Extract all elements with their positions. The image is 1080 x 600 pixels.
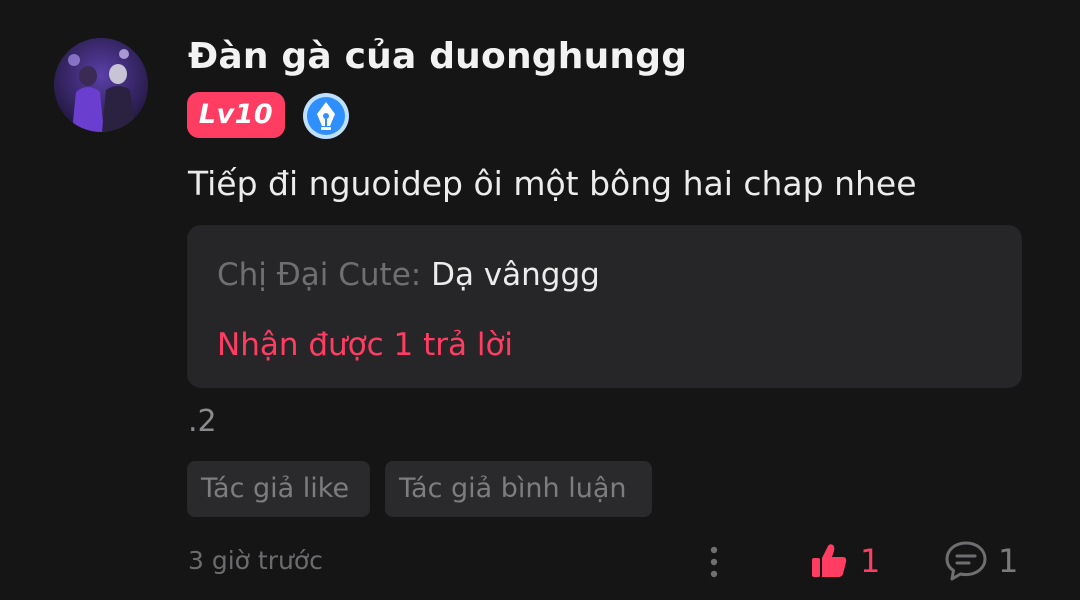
comment-count: 1 <box>998 542 1019 580</box>
thumbs-up-icon <box>812 544 847 577</box>
like-button[interactable]: 1 <box>810 538 880 584</box>
reply-separator: : <box>410 257 422 293</box>
reply-line: Chị Đại Cute: Dạ vânggg <box>217 257 600 293</box>
username[interactable]: Đàn gà của duonghungg <box>188 36 687 77</box>
like-count: 1 <box>860 542 881 580</box>
comment-text: Tiếp đi nguoidep ôi một bông hai chap nh… <box>188 164 917 203</box>
comment-extra-text: .2 <box>188 404 217 439</box>
timestamp: 3 giờ trước <box>188 546 323 575</box>
reply-author[interactable]: Chị Đại Cute <box>217 257 411 293</box>
more-vertical-icon[interactable] <box>700 540 728 584</box>
tag-author-liked: Tác giả like <box>187 461 370 517</box>
avatar[interactable] <box>54 38 148 132</box>
pen-nib-badge-icon <box>302 92 350 140</box>
comment-bubble-icon <box>945 541 987 581</box>
level-badge: Lv10 <box>187 92 285 138</box>
reply-button[interactable]: 1 <box>944 538 1018 584</box>
reply-count-link[interactable]: Nhận được 1 trả lời <box>217 327 513 363</box>
tag-author-commented: Tác giả bình luận <box>385 461 652 517</box>
reply-preview[interactable]: Chị Đại Cute: Dạ vânggg Nhận được 1 trả … <box>187 225 1022 388</box>
reply-content: Dạ vânggg <box>421 257 600 293</box>
